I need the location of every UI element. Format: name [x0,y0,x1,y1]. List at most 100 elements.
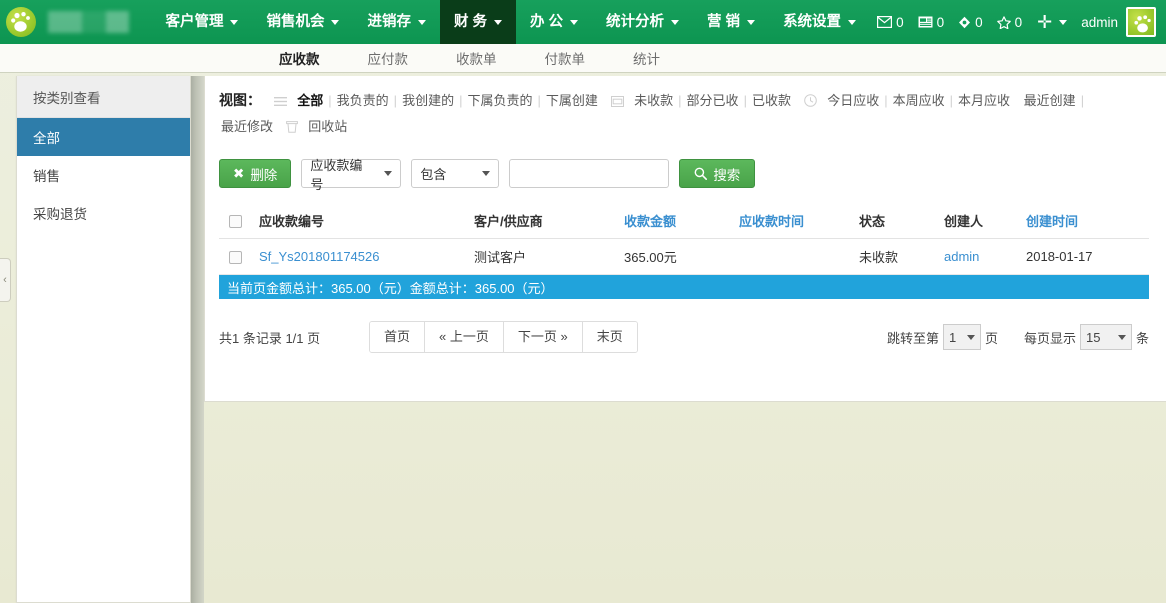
nav-item-sales-opportunity[interactable]: 销售机会 [252,0,353,44]
cell-created: 2018-01-17 [1022,239,1149,275]
nav-label: 销售机会 [266,0,324,44]
table-row[interactable]: Sf_Ys201801174526 测试客户 365.00元 未收款 admin… [219,239,1149,275]
view-link-subordinate-created[interactable]: 下属创建 [544,93,600,108]
first-page-button[interactable]: 首页 [370,322,425,352]
divider: | [391,93,400,108]
chevron-down-icon [967,335,975,340]
receivables-table: 应收款编号 客户/供应商 收款金额 应收款时间 状态 创建人 创建时间 Sf_Y… [219,204,1149,275]
paw-logo-icon [6,7,36,37]
cell-amount: 365.00元 [620,239,735,275]
window-icon [611,91,624,115]
row-checkbox[interactable] [229,251,242,264]
view-link-due-this-month[interactable]: 本月应收 [956,93,1012,108]
pagination-options: 跳转至第 1 页 每页显示 15 条 [887,324,1149,350]
chevron-down-icon [331,20,339,25]
delete-button[interactable]: ✖ 删除 [219,159,291,188]
notices-button[interactable]: 0 [911,15,952,30]
prev-page-button[interactable]: « 上一页 [425,322,504,352]
sidebar-collapse-handle[interactable]: ‹ [0,258,11,302]
last-page-button[interactable]: 末页 [583,322,637,352]
cell-creator: admin [940,239,1022,275]
select-all-checkbox[interactable] [229,215,242,228]
x-icon: ✖ [233,166,244,182]
chevron-down-icon [230,20,238,25]
nav-item-inventory[interactable]: 进销存 [353,0,440,44]
favorites-button[interactable]: 0 [990,15,1030,30]
search-field-select[interactable]: 应收款编号 [301,159,401,188]
nav-item-customer-mgmt[interactable]: 客户管理 [151,0,252,44]
view-link-created-by-me[interactable]: 我创建的 [400,93,456,108]
view-label: 视图： [219,92,261,108]
sidebar-item-purchase-return[interactable]: 采购退货 [17,194,190,232]
nav-item-statistics[interactable]: 统计分析 [592,0,693,44]
column-header-amount[interactable]: 收款金额 [620,204,735,239]
tasks-count: 0 [975,15,983,30]
view-link-recycle-bin[interactable]: 回收站 [306,119,349,134]
news-list-icon [918,16,933,28]
nav-label: 客户管理 [165,0,223,44]
column-header-creator: 创建人 [940,204,1022,239]
nav-label: 统计分析 [606,0,664,44]
tab-statistics[interactable]: 统计 [609,48,684,68]
search-button[interactable]: 搜索 [679,159,755,188]
user-menu[interactable]: admin [1073,15,1126,30]
avatar[interactable] [1126,7,1156,37]
nav-item-marketing[interactable]: 营 销 [693,0,769,44]
tab-payment-orders[interactable]: 付款单 [521,48,610,68]
nav-label: 办 公 [530,0,563,44]
jump-to-page: 跳转至第 1 页 [887,324,998,350]
view-link-unpaid[interactable]: 未收款 [632,93,675,108]
perpage-value: 15 [1086,330,1100,345]
divider: | [741,93,750,108]
jump-prefix-label: 跳转至第 [887,328,939,347]
tab-receivables[interactable]: 应收款 [255,48,344,68]
jump-page-select[interactable]: 1 [943,324,981,350]
search-field-value: 应收款编号 [310,155,370,193]
tasks-button[interactable]: 0 [951,15,990,30]
column-header-due-time[interactable]: 应收款时间 [735,204,855,239]
star-icon [997,16,1011,29]
nav-item-office[interactable]: 办 公 [516,0,592,44]
perpage-suffix-label: 条 [1136,328,1149,347]
nav-item-finance[interactable]: 财 务 [440,0,516,44]
magnifier-icon [694,167,707,180]
app-logo[interactable] [6,7,36,37]
category-sidebar: 按类别查看 全部 销售 采购退货 [16,76,191,603]
view-link-subordinate-owned[interactable]: 下属负责的 [465,93,534,108]
receivable-number-link[interactable]: Sf_Ys201801174526 [259,249,379,264]
chevron-down-icon [418,20,426,25]
clock-icon [804,91,817,115]
tab-payables[interactable]: 应付款 [344,48,433,68]
messages-button[interactable]: 0 [870,15,911,30]
view-link-received[interactable]: 已收款 [750,93,793,108]
next-page-button[interactable]: 下一页 » [504,322,583,352]
sidebar-divider-strip [191,76,204,603]
perpage-select[interactable]: 15 [1080,324,1132,350]
view-link-due-today[interactable]: 今日应收 [825,93,881,108]
nav-item-system-settings[interactable]: 系统设置 [769,0,870,44]
chevron-down-icon [1059,20,1067,25]
search-operator-select[interactable]: 包含 [411,159,499,188]
view-filter-bar: 视图： 全部|我负责的|我创建的|下属负责的|下属创建 未收款|部分已收|已收款 [205,76,1166,147]
select-all-header [219,204,255,239]
view-link-recently-modified[interactable]: 最近修改 [219,119,275,134]
quick-add-button[interactable]: ✛ [1029,12,1073,33]
nav-label: 财 务 [454,0,487,44]
tab-receipt-orders[interactable]: 收款单 [432,48,521,68]
view-link-mine[interactable]: 我负责的 [335,93,391,108]
creator-link[interactable]: admin [944,249,979,264]
column-header-created[interactable]: 创建时间 [1022,204,1149,239]
company-name-masked [48,11,129,33]
header-tools: 0 0 0 0 ✛ [870,7,1166,37]
view-link-all[interactable]: 全部 [295,93,325,108]
cell-status: 未收款 [855,239,940,275]
view-link-due-this-week[interactable]: 本周应收 [891,93,947,108]
view-link-partially-received[interactable]: 部分已收 [685,93,741,108]
sidebar-item-all[interactable]: 全部 [17,118,190,156]
sidebar-item-label: 全部 [33,127,60,147]
main-navigation: 客户管理 销售机会 进销存 财 务 办 公 统计分析 营 销 系统设置 [151,0,870,44]
sidebar-item-sales[interactable]: 销售 [17,156,190,194]
search-input[interactable] [509,159,669,188]
cell-number: Sf_Ys201801174526 [255,239,470,275]
view-link-recently-created[interactable]: 最近创建 [1022,93,1078,108]
